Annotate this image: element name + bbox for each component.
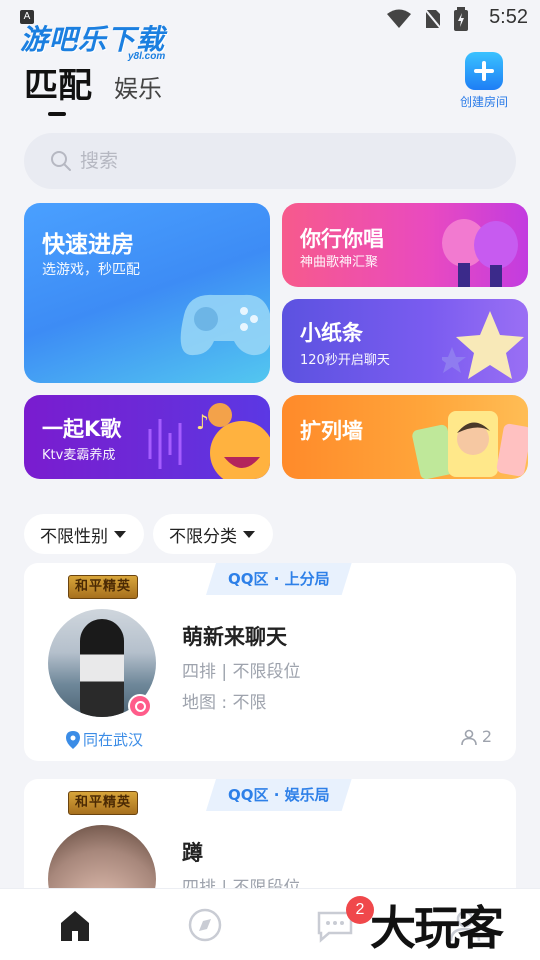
location-label: 同在武汉 [83, 731, 144, 749]
game-logo: 和平精英 [68, 791, 138, 815]
card-subtitle: 选游戏，秒匹配 [42, 262, 140, 278]
quick-join-card[interactable]: 快速进房 选游戏，秒匹配 [24, 203, 270, 383]
avatar-figure [80, 619, 124, 717]
category-filter-label: 不限分类 [169, 526, 237, 547]
room-map: 地图 : 不限 [182, 693, 267, 713]
battery-icon [454, 7, 468, 31]
gender-filter[interactable]: 不限性别 [24, 514, 144, 554]
caret-down-icon [243, 530, 255, 538]
tab-match[interactable]: 匹配 [24, 58, 92, 107]
no-sim-icon [424, 8, 442, 30]
wifi-icon [387, 9, 411, 28]
room-card[interactable]: 和平精英 QQ区 · 上分局 萌新来聊天 四排 | 不限段位 地图 : 不限 同… [24, 563, 516, 761]
tab-indicator [48, 112, 66, 116]
star-icon [442, 311, 524, 379]
person-icon [461, 729, 477, 745]
status-time: 5:52 [489, 6, 528, 28]
card-title: 扩列墙 [300, 419, 363, 443]
plus-icon [465, 52, 503, 90]
status-icons [386, 7, 468, 31]
sing-card[interactable]: 你行你唱 神曲歌神汇聚 [282, 203, 528, 287]
card-title: 你行你唱 [300, 227, 384, 251]
watermark-logo: 游吧乐下载 y8l.com [20, 18, 165, 62]
card-title: 快速进房 [42, 232, 134, 258]
gamepad-icon [180, 294, 270, 356]
room-title: 蹲 [182, 841, 203, 865]
avatar-cards-icon [412, 411, 528, 479]
svg-text:♪: ♪ [196, 410, 209, 434]
card-title: 一起K歌 [42, 417, 122, 441]
location: 同在武汉 [66, 729, 143, 750]
watermark-bottom-text: 大玩客 [370, 901, 504, 955]
location-pin-icon [66, 730, 80, 749]
home-icon[interactable] [55, 907, 95, 943]
laughing-emoji-icon: ♪ [148, 403, 270, 479]
microphone-icon [442, 219, 518, 287]
tab-entertainment[interactable]: 娱乐 [114, 69, 162, 104]
room-mode: 四排 | 不限段位 [182, 662, 301, 682]
category-filter[interactable]: 不限分类 [153, 514, 273, 554]
top-tabs: 匹配 娱乐 [24, 58, 162, 107]
card-subtitle: 神曲歌神汇聚 [300, 255, 379, 270]
room-title: 萌新来聊天 [182, 625, 287, 649]
female-gender-icon [128, 694, 152, 718]
member-count-value: 2 [481, 727, 492, 746]
zone-tag: QQ区 · 娱乐局 [206, 779, 352, 811]
compass-icon[interactable] [185, 907, 225, 943]
ktv-card[interactable]: 一起K歌 Ktv麦霸养成 ♪ [24, 395, 270, 479]
caret-down-icon [114, 530, 126, 538]
create-room-label: 创建房间 [459, 95, 508, 109]
game-logo: 和平精英 [68, 575, 138, 599]
create-room-button[interactable]: 创建房间 [454, 52, 514, 110]
gender-filter-label: 不限性别 [40, 526, 108, 547]
note-card[interactable]: 小纸条 120秒开启聊天 [282, 299, 528, 383]
card-subtitle: Ktv麦霸养成 [42, 448, 116, 463]
card-title: 小纸条 [300, 321, 363, 345]
search-icon [51, 151, 71, 171]
member-count: 2 [461, 727, 492, 746]
search-input[interactable] [80, 150, 460, 172]
friend-wall-card[interactable]: 扩列墙 [282, 395, 528, 479]
zone-tag: QQ区 · 上分局 [206, 563, 352, 595]
card-subtitle: 120秒开启聊天 [300, 353, 390, 368]
search-bar[interactable] [24, 133, 516, 189]
